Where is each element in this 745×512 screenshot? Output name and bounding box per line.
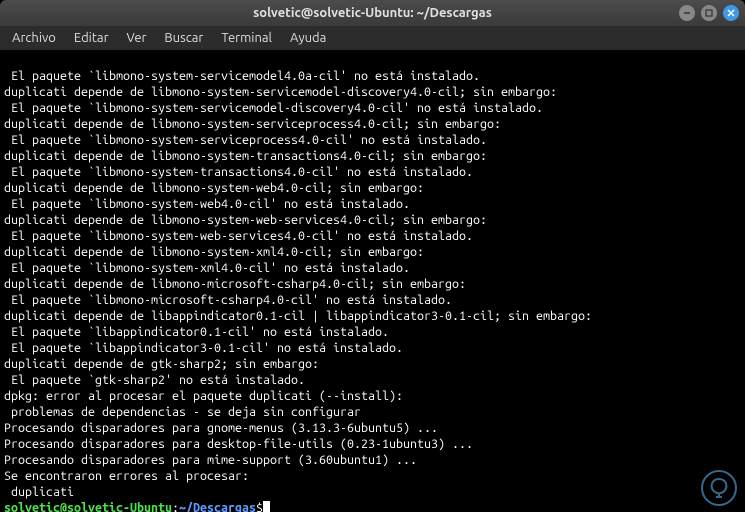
terminal-line: El paquete `libmono-system-servicemodel4… [4,68,741,84]
terminal-line: Procesando disparadores para desktop-fil… [4,436,741,452]
close-button[interactable] [723,5,739,21]
terminal-line: duplicati [4,484,741,500]
terminal-line: El paquete `gtk-sharp2' no está instalad… [4,372,741,388]
menu-ver[interactable]: Ver [119,29,155,47]
terminal-line: El paquete `libmono-system-xml4.0-cil' n… [4,260,741,276]
terminal-line: duplicati depende de gtk-sharp2; sin emb… [4,356,741,372]
menu-ayuda[interactable]: Ayuda [282,29,334,47]
menu-terminal[interactable]: Terminal [213,29,280,47]
prompt-user-host: solvetic@solvetic-Ubuntu [4,501,172,512]
terminal-line: El paquete `libmono-system-servicemodel-… [4,100,741,116]
window-title: solvetic@solvetic-Ubuntu: ~/Descargas [253,6,492,20]
cursor-icon [263,501,270,512]
terminal-line: Se encontraron errores al procesar: [4,468,741,484]
terminal-line: El paquete `libappindicator0.1-cil' no e… [4,324,741,340]
minimize-button[interactable] [679,5,695,21]
terminal-line: El paquete `libmono-system-serviceproces… [4,132,741,148]
menu-buscar[interactable]: Buscar [156,29,211,47]
terminal-line: El paquete `libmono-microsoft-csharp4.0-… [4,292,741,308]
menubar: Archivo Editar Ver Buscar Terminal Ayuda [0,26,745,50]
terminal-line: duplicati depende de libmono-system-serv… [4,84,741,100]
terminal-line: duplicati depende de libmono-system-web4… [4,180,741,196]
terminal-line: Procesando disparadores para mime-suppor… [4,452,741,468]
terminal-output[interactable]: El paquete `libmono-system-servicemodel4… [0,50,745,512]
terminal-line: duplicati depende de libmono-system-tran… [4,148,741,164]
terminal-line: duplicati depende de libmono-system-serv… [4,116,741,132]
terminal-line: El paquete `libmono-system-web-services4… [4,228,741,244]
menu-editar[interactable]: Editar [66,29,117,47]
prompt-colon: : [172,501,179,512]
terminal-line: Procesando disparadores para gnome-menus… [4,420,741,436]
terminal-line: El paquete `libappindicator3-0.1-cil' no… [4,340,741,356]
menu-archivo[interactable]: Archivo [4,29,64,47]
watermark-icon [701,470,737,506]
terminal-line: problemas de dependencias - se deja sin … [4,404,741,420]
terminal-line: dpkg: error al procesar el paquete dupli… [4,388,741,404]
maximize-button[interactable] [701,5,717,21]
terminal-line: duplicati depende de libmono-system-xml4… [4,244,741,260]
prompt-symbol: $ [256,501,263,512]
terminal-line: El paquete `libmono-system-transactions4… [4,164,741,180]
terminal-line: El paquete `libmono-system-web4.0-cil' n… [4,196,741,212]
window-titlebar: solvetic@solvetic-Ubuntu: ~/Descargas [0,0,745,26]
terminal-line: duplicati depende de libappindicator0.1-… [4,308,741,324]
terminal-line: duplicati depende de libmono-system-web-… [4,212,741,228]
window-controls [679,5,739,21]
prompt-path: ~/Descargas [179,501,256,512]
terminal-line: duplicati depende de libmono-microsoft-c… [4,276,741,292]
